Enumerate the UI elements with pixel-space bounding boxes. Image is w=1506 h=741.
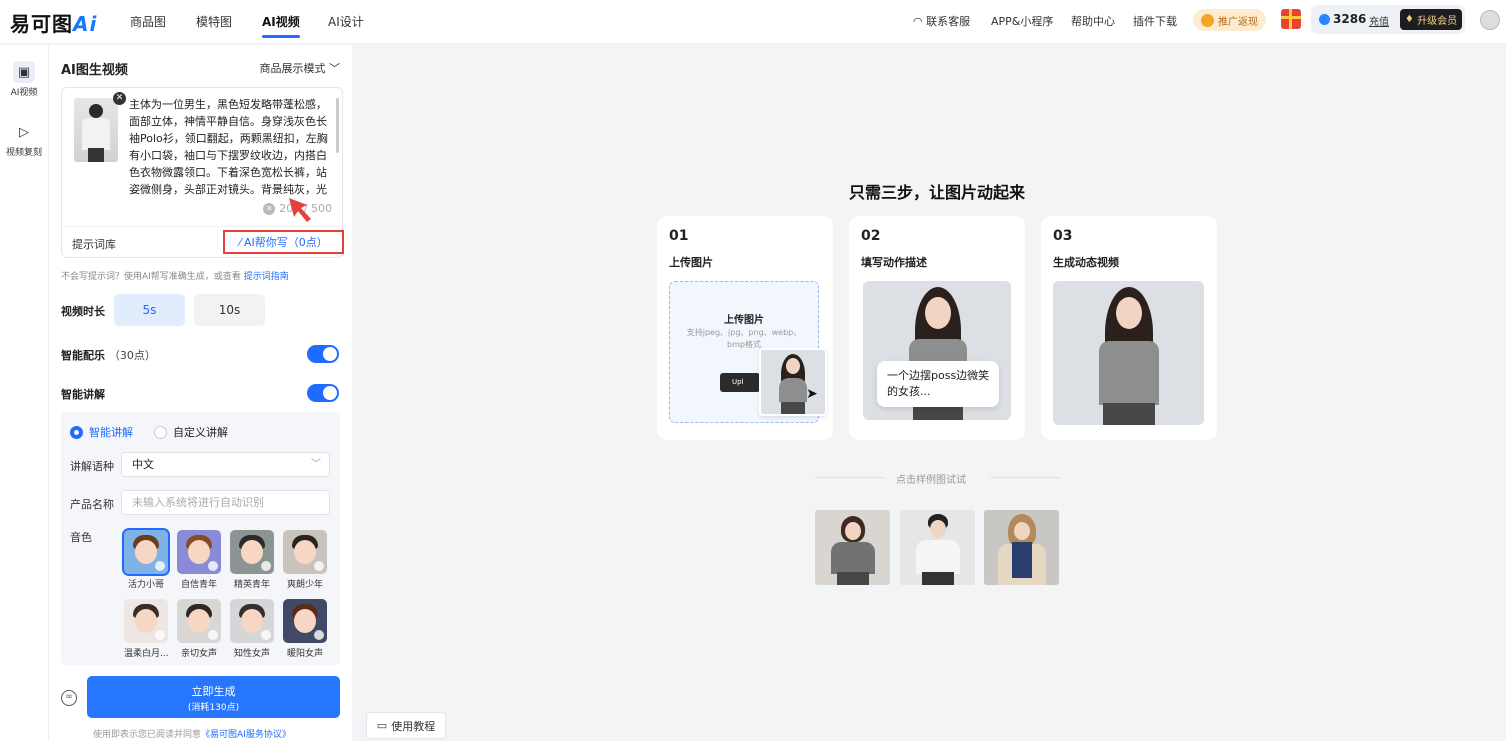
image-video-icon: ▣: [13, 61, 35, 83]
gift-icon[interactable]: [1281, 9, 1301, 29]
brand-logo[interactable]: 易可图Ai: [10, 8, 97, 37]
step-card-describe: 02 填写动作描述 一个边摆poss边微笑的女孩...: [849, 216, 1025, 440]
prompt-hint: 不会写提示词？使用AI帮写准确生成，或查看 提示词指南: [61, 272, 289, 282]
step-card-generate: 03 生成动态视频: [1041, 216, 1217, 440]
promo-cashback-button[interactable]: 推广返现: [1193, 9, 1266, 31]
sample-image[interactable]: [900, 510, 975, 585]
tab-ai-video[interactable]: AI视频: [262, 13, 300, 38]
cursor-icon: ➤: [806, 386, 818, 402]
upgrade-member-button[interactable]: ♦ 升级会员: [1400, 9, 1462, 30]
ai-write-button[interactable]: ⁄ AI帮你写（0点）: [223, 230, 344, 254]
service-agreement-link[interactable]: 《易可图AI服务协议》: [201, 730, 291, 740]
divider: [815, 477, 885, 478]
try-samples-label: 点击样例图试试: [896, 475, 966, 486]
chevron-down-icon: ﹀: [311, 459, 321, 470]
product-name-input[interactable]: 未输入系统将进行自动识别: [121, 490, 330, 515]
plugin-download-link[interactable]: 插件下载: [1133, 13, 1177, 29]
step-card-upload: 01 上传图片 上传图片 支持jpeg、jpg、png、webp、bmp格式 U…: [657, 216, 833, 440]
voice-option[interactable]: 亲切女声: [177, 599, 221, 659]
duration-10s-button[interactable]: 10s: [194, 294, 265, 326]
voice-option[interactable]: 知性女声: [230, 599, 274, 659]
top-navbar: 易可图Ai 商品图 模特图 AI视频 AI设计 ◠ 联系客服 APP&小程序 帮…: [0, 0, 1506, 44]
contact-support-link[interactable]: ◠ 联系客服: [913, 13, 970, 29]
uploaded-image-thumbnail[interactable]: [74, 98, 118, 162]
generated-video-preview: [1053, 281, 1204, 425]
app-miniprogram-link[interactable]: APP&小程序: [991, 13, 1053, 29]
voice-option[interactable]: 爽朗少年: [283, 530, 327, 590]
sample-image[interactable]: [984, 510, 1059, 585]
language-label: 讲解语种: [70, 460, 114, 473]
narration-settings: 智能讲解 自定义讲解 讲解语种 中文 ﹀ 产品名称 未输入系统将进行自动识别 音色…: [61, 412, 340, 665]
smart-music-toggle[interactable]: [307, 345, 339, 363]
book-icon: ▭: [376, 719, 388, 732]
prompt-scrollbar[interactable]: [336, 98, 339, 153]
voice-option[interactable]: 温柔白月...: [124, 599, 169, 659]
voice-option[interactable]: 暖阳女声: [283, 599, 327, 659]
smart-music-label: 智能配乐 （30点）: [61, 349, 156, 362]
prompt-footer: 提示词库 ⁄ AI帮你写（0点）: [62, 226, 344, 257]
prompt-library-button[interactable]: 提示词库: [72, 236, 116, 252]
settings-panel: AI图生视频 商品展示模式 ﹀ ✕ 主体为一位男生，黑色短发略带蓬松感，面部立体…: [49, 45, 352, 741]
prompt-textarea[interactable]: 主体为一位男生，黑色短发略带蓬松感，面部立体，神情平静自信。身穿浅灰色长袖Pol…: [129, 96, 335, 198]
coin-icon: [1201, 13, 1214, 27]
points-box: 3286 充值 ♦ 升级会员: [1311, 5, 1465, 34]
tab-model-image[interactable]: 模特图: [196, 13, 232, 30]
user-avatar[interactable]: [1480, 10, 1500, 30]
headset-icon: ◠: [913, 15, 923, 28]
remove-image-icon[interactable]: ✕: [113, 92, 126, 105]
magic-wand-icon: ⁄: [239, 235, 242, 249]
voice-label: 音色: [70, 531, 92, 544]
left-rail: ▣ AI视频 ▷ 视频复刻: [0, 45, 49, 741]
divider: [990, 477, 1060, 478]
radio-custom-narration[interactable]: 自定义讲解: [154, 424, 228, 440]
smart-narration-toggle[interactable]: [307, 384, 339, 402]
prompt-guide-link[interactable]: 提示词指南: [244, 272, 289, 282]
clear-text-icon[interactable]: ✕: [263, 202, 276, 215]
sample-image[interactable]: [815, 510, 890, 585]
upload-illustration: 上传图片 支持jpeg、jpg、png、webp、bmp格式 Upl ➤: [669, 281, 827, 423]
generate-button[interactable]: 立即生成 (消耗130点): [87, 676, 340, 718]
terms-text: 使用即表示您已阅读并同意《易可图AI服务协议》: [93, 730, 291, 740]
tab-product-image[interactable]: 商品图: [130, 13, 166, 30]
voice-option[interactable]: 精英青年: [230, 530, 274, 590]
annotation-arrow-icon: [289, 198, 311, 222]
voice-option[interactable]: 活力小哥: [122, 528, 170, 590]
sample-woman-thumbnail: [759, 348, 827, 416]
tab-ai-design[interactable]: AI设计: [328, 13, 364, 30]
duration-label: 视频时长: [61, 305, 105, 318]
video-copy-icon: ▷: [19, 124, 29, 140]
radio-smart-narration[interactable]: 智能讲解: [70, 424, 133, 440]
action-description-bubble: 一个边摆poss边微笑的女孩...: [877, 361, 999, 407]
rail-item-ai-video[interactable]: ▣ AI视频: [0, 61, 48, 98]
display-mode-dropdown[interactable]: 商品展示模式 ﹀: [260, 60, 341, 76]
duration-5s-button[interactable]: 5s: [114, 294, 185, 326]
tutorial-button[interactable]: ▭ 使用教程: [366, 712, 446, 739]
product-name-label: 产品名称: [70, 498, 114, 511]
smart-narration-label: 智能讲解: [61, 388, 105, 401]
voice-option[interactable]: 自信青年: [177, 530, 221, 590]
link-icon[interactable]: ∞: [61, 690, 77, 706]
main-title: 只需三步，让图片动起来: [849, 183, 1026, 202]
language-select[interactable]: 中文 ﹀: [121, 452, 330, 477]
recharge-link[interactable]: 充值: [1369, 13, 1389, 28]
rail-item-video-copy[interactable]: ▷ 视频复刻: [0, 121, 48, 159]
points-balance: 3286: [1333, 12, 1367, 26]
points-icon: [1319, 14, 1330, 25]
prompt-box: ✕ 主体为一位男生，黑色短发略带蓬松感，面部立体，神情平静自信。身穿浅灰色长袖P…: [61, 87, 344, 258]
panel-title: AI图生视频: [61, 63, 128, 78]
chevron-down-icon: ﹀: [329, 62, 340, 75]
help-center-link[interactable]: 帮助中心: [1071, 13, 1115, 29]
